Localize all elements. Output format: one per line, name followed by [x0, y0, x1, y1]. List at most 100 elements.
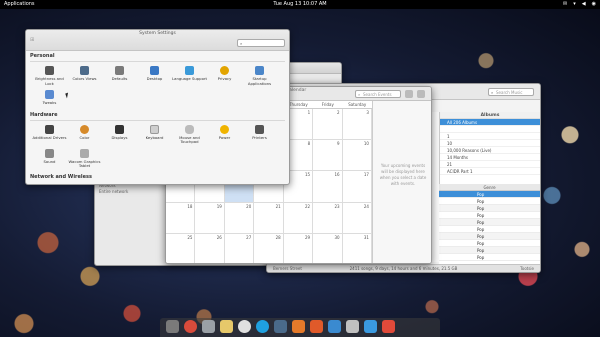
settings-item-tweaks[interactable]: Tweaks — [32, 90, 67, 106]
colors-views-icon — [80, 66, 89, 75]
genre-header[interactable]: Genre — [439, 184, 540, 191]
chat-icon[interactable] — [238, 320, 251, 333]
genre-list: Genre Pop Pop Pop Pop Pop Pop Pop Pop Po… — [439, 184, 540, 264]
settings-item-colors-views[interactable]: Colors Views — [67, 66, 102, 86]
genre-row[interactable]: Pop — [439, 254, 540, 261]
wacom-icon — [80, 148, 89, 158]
item-label: Power — [218, 134, 231, 140]
settings-item-wacom-tablet[interactable]: Wacom Graphics Tablet — [67, 148, 102, 169]
day-cell[interactable]: 29 — [284, 233, 314, 263]
genre-row[interactable]: Pop — [439, 205, 540, 212]
skype-icon[interactable] — [256, 320, 269, 333]
settings-item-privacy[interactable]: Privacy — [207, 66, 242, 86]
day-cell[interactable]: 24 — [342, 202, 372, 234]
day-cell[interactable]: 19 — [195, 202, 225, 234]
settings-item-power[interactable]: Power — [207, 124, 242, 145]
settings-item-brightness-lock[interactable]: Brightness and Lock — [32, 66, 67, 86]
day-cell[interactable]: 30 — [313, 233, 343, 263]
panel-clock[interactable]: Tue Aug 13 10:07 AM — [0, 0, 600, 9]
settings-item-displays[interactable]: Displays — [102, 124, 137, 145]
day-cell[interactable]: 28 — [254, 233, 284, 263]
settings-item-defaults[interactable]: Defaults — [102, 66, 137, 86]
mail-indicator-icon[interactable]: ✉ — [563, 0, 567, 9]
day-cell[interactable]: 3 — [342, 109, 372, 141]
agenda-panel: Your upcoming events will be displayed h… — [372, 101, 431, 263]
mouse-icon — [185, 124, 194, 134]
download-icon[interactable] — [364, 320, 377, 333]
settings-item-mouse-touchpad[interactable]: Mouse and Touchpad — [172, 124, 207, 145]
videos-icon[interactable] — [310, 320, 323, 333]
settings-item-startup-applications[interactable]: Startup Applications — [242, 66, 277, 86]
image-icon[interactable] — [346, 320, 359, 333]
day-cell[interactable]: 27 — [225, 233, 255, 263]
calendar-icon[interactable] — [382, 320, 395, 333]
music-icon[interactable] — [292, 320, 305, 333]
sidebar-item-entire-network[interactable]: Entire network — [95, 189, 140, 195]
day-cell[interactable]: 18 — [166, 202, 196, 234]
day-cell[interactable]: 26 — [195, 233, 225, 263]
settings-item-additional-drivers[interactable]: Additional Drivers — [32, 124, 67, 145]
day-cell[interactable]: 21 — [254, 202, 284, 234]
docs-icon[interactable] — [328, 320, 341, 333]
calendar-menu-icon[interactable] — [417, 90, 425, 98]
hardware-row-1: Additional Drivers Color Displays Keyboa… — [26, 121, 289, 145]
files-icon[interactable] — [166, 320, 179, 333]
album-row[interactable] — [440, 126, 540, 133]
settings-item-keyboard[interactable]: Keyboard — [137, 124, 172, 145]
mail-icon[interactable] — [220, 320, 233, 333]
settings-item-language-support[interactable]: Language Support — [172, 66, 207, 86]
item-label: Defaults — [111, 76, 128, 81]
tweaks-icon — [45, 90, 54, 99]
day-cell[interactable]: 25 — [166, 233, 196, 263]
settings-search-input[interactable]: ⌕ — [237, 39, 285, 47]
item-label: Brightness and Lock — [35, 76, 64, 86]
album-row[interactable]: 10,000 Reasons (Live) — [440, 147, 540, 154]
power-indicator-icon[interactable]: ◉ — [592, 0, 596, 9]
calendar-search-input[interactable]: ⌕ Search Events — [355, 90, 401, 98]
genre-row[interactable]: Pop — [439, 198, 540, 205]
item-label: Printers — [252, 134, 267, 140]
album-row[interactable]: All 206 Albums — [440, 119, 540, 126]
day-cell[interactable]: 9 — [313, 140, 343, 172]
section-title-network: Network and Wireless — [30, 173, 92, 180]
day-cell[interactable]: 10 — [342, 140, 372, 172]
day-cell[interactable]: 16 — [313, 171, 343, 203]
calendar-search-placeholder: Search Events — [363, 92, 392, 97]
item-label: Keyboard — [145, 134, 164, 140]
photos-icon[interactable] — [202, 320, 215, 333]
printers-icon — [255, 124, 264, 134]
item-label: Startup Applications — [247, 76, 272, 86]
album-row[interactable]: 1 — [440, 133, 540, 140]
genre-row[interactable]: Pop — [439, 247, 540, 254]
day-cell[interactable]: 2 — [313, 109, 343, 141]
day-cell[interactable]: 22 — [283, 202, 314, 234]
network-indicator-icon[interactable]: ▾ — [573, 0, 576, 9]
day-cell[interactable]: 17 — [342, 171, 372, 203]
grid-view-icon[interactable]: ⊞ — [30, 37, 34, 43]
album-row[interactable]: 21 — [440, 161, 540, 168]
genre-row[interactable]: Pop — [439, 219, 540, 226]
brightness-lock-icon — [45, 66, 54, 75]
settings-item-color[interactable]: Color — [67, 124, 102, 145]
genre-row[interactable]: Pop — [439, 226, 540, 233]
genre-row[interactable]: Pop — [439, 240, 540, 247]
day-cell[interactable]: 23 — [313, 202, 343, 234]
albums-header[interactable]: Albums — [440, 112, 540, 119]
chrome-icon[interactable] — [184, 320, 197, 333]
genre-row[interactable]: Pop — [439, 212, 540, 219]
settings-item-sound[interactable]: Sound — [32, 148, 67, 169]
settings-item-desktop[interactable]: Desktop — [137, 66, 172, 86]
genre-row[interactable]: Pop — [439, 233, 540, 240]
album-row[interactable]: 10 — [440, 140, 540, 147]
day-cell[interactable]: 20 — [224, 202, 255, 234]
sound-indicator-icon[interactable]: ◀ — [582, 0, 586, 9]
hardware-row-2: Sound Wacom Graphics Tablet — [26, 145, 289, 169]
genre-row[interactable]: Pop — [439, 191, 540, 198]
calendar-today-icon[interactable] — [405, 90, 413, 98]
album-row[interactable]: 14 Months — [440, 154, 540, 161]
album-row[interactable]: ACIDR Part 1 — [440, 168, 540, 175]
terminal-icon[interactable] — [274, 320, 287, 333]
day-cell[interactable]: 31 — [343, 233, 372, 263]
settings-item-printers[interactable]: Printers — [242, 124, 277, 145]
music-search-input[interactable]: ⌕ Search Music — [488, 88, 534, 96]
